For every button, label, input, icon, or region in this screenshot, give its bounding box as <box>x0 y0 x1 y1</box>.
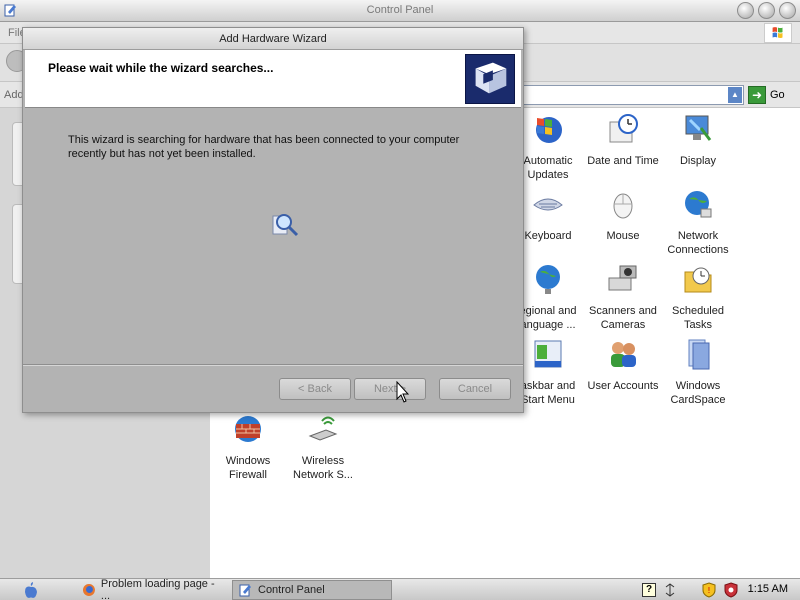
scheduled-tasks-icon <box>684 267 712 293</box>
taskbar-task-label: Problem loading page - ... <box>100 578 215 600</box>
control-panel-titlebar[interactable]: Control Panel <box>0 0 800 22</box>
go-arrow-icon: ➜ <box>748 86 766 104</box>
searching-magnifier-icon <box>272 214 299 237</box>
wizard-title: Add Hardware Wizard <box>219 33 327 45</box>
display-icon <box>685 115 712 141</box>
date-time-icon <box>609 114 638 143</box>
control-panel-icon <box>239 584 251 597</box>
taskbar: Problem loading page - ... Control Panel… <box>0 578 800 600</box>
back-button[interactable]: < Back <box>279 378 351 400</box>
taskbar-start-menu-icon <box>534 340 562 368</box>
wireless-network-item[interactable]: Wireless Network S... <box>283 412 363 482</box>
wireless-network-icon <box>308 416 338 441</box>
network-connections-icon <box>685 191 712 218</box>
taskbar-task-control-panel[interactable]: Control Panel <box>232 580 392 600</box>
scanners-cameras-icon <box>608 265 637 291</box>
firefox-icon <box>82 584 95 596</box>
control-panel-title: Control Panel <box>366 4 434 16</box>
go-label: Go <box>770 89 785 101</box>
item-label: Scheduled Tasks <box>672 305 724 331</box>
windows-firewall-item[interactable]: Windows Firewall <box>208 412 288 482</box>
minimize-button[interactable] <box>737 2 754 19</box>
taskbar-task-firefox[interactable]: Problem loading page - ... <box>76 578 226 600</box>
taskbar-clock[interactable]: 1:15 AM <box>748 583 788 595</box>
address-input[interactable]: ▲ <box>520 85 744 105</box>
mouse-icon <box>613 193 633 219</box>
windows-logo-icon <box>764 23 792 43</box>
add-hardware-wizard-dialog: Add Hardware Wizard Please wait while th… <box>22 27 524 413</box>
next-button[interactable]: Next > <box>354 378 426 400</box>
address-label: Add <box>4 89 24 101</box>
user-accounts-icon <box>611 342 636 367</box>
start-menu-apple-icon[interactable] <box>24 582 38 598</box>
close-button[interactable] <box>779 2 796 19</box>
item-label: Scanners and Cameras <box>589 305 657 331</box>
network-tray-icon[interactable] <box>664 583 676 597</box>
date-time-item[interactable]: Date and Time <box>583 112 663 168</box>
system-tray: ? ! <box>642 580 738 600</box>
taskbar-task-label: Control Panel <box>258 584 325 596</box>
scanners-cameras-item[interactable]: Scanners and Cameras <box>583 262 663 332</box>
user-accounts-item[interactable]: User Accounts <box>583 337 663 393</box>
help-tray-icon[interactable]: ? <box>642 583 656 597</box>
item-label: Wireless Network S... <box>293 455 353 481</box>
automatic-updates-icon <box>536 117 562 143</box>
item-label: Mouse <box>606 230 640 242</box>
item-label: User Accounts <box>587 380 659 392</box>
security-shield-icon[interactable]: ! <box>702 582 716 598</box>
windows-cardspace-icon <box>688 339 710 370</box>
windows-cardspace-item[interactable]: Windows CardSpace <box>658 337 738 407</box>
item-label: Display <box>679 155 717 167</box>
item-label: Windows Firewall <box>225 455 271 481</box>
regional-language-icon <box>536 265 560 294</box>
cancel-button[interactable]: Cancel <box>439 378 511 400</box>
item-label: Windows CardSpace <box>670 380 726 406</box>
wizard-header: Please wait while the wizard searches... <box>25 50 521 108</box>
wizard-separator <box>23 364 523 366</box>
keyboard-icon <box>533 198 563 211</box>
network-connections-item[interactable]: Network Connections <box>658 187 738 257</box>
wizard-heading: Please wait while the wizard searches... <box>48 61 274 75</box>
mouse-pointer-icon <box>396 381 410 403</box>
wizard-description: This wizard is searching for hardware th… <box>68 134 460 160</box>
item-label: Network Connections <box>667 230 729 256</box>
wizard-titlebar[interactable]: Add Hardware Wizard <box>23 28 523 50</box>
display-item[interactable]: Display <box>658 112 738 168</box>
go-button[interactable]: ➜ Go <box>748 86 785 104</box>
svg-text:!: ! <box>707 586 710 595</box>
mouse-item[interactable]: Mouse <box>583 187 663 243</box>
item-label: Date and Time <box>587 155 659 167</box>
maximize-button[interactable] <box>758 2 775 19</box>
windows-firewall-icon <box>235 416 261 442</box>
scheduled-tasks-item[interactable]: Scheduled Tasks <box>658 262 738 332</box>
antivirus-shield-icon[interactable] <box>724 582 738 598</box>
address-dropdown-icon[interactable]: ▲ <box>728 87 742 103</box>
hardware-wizard-icon <box>465 54 515 104</box>
